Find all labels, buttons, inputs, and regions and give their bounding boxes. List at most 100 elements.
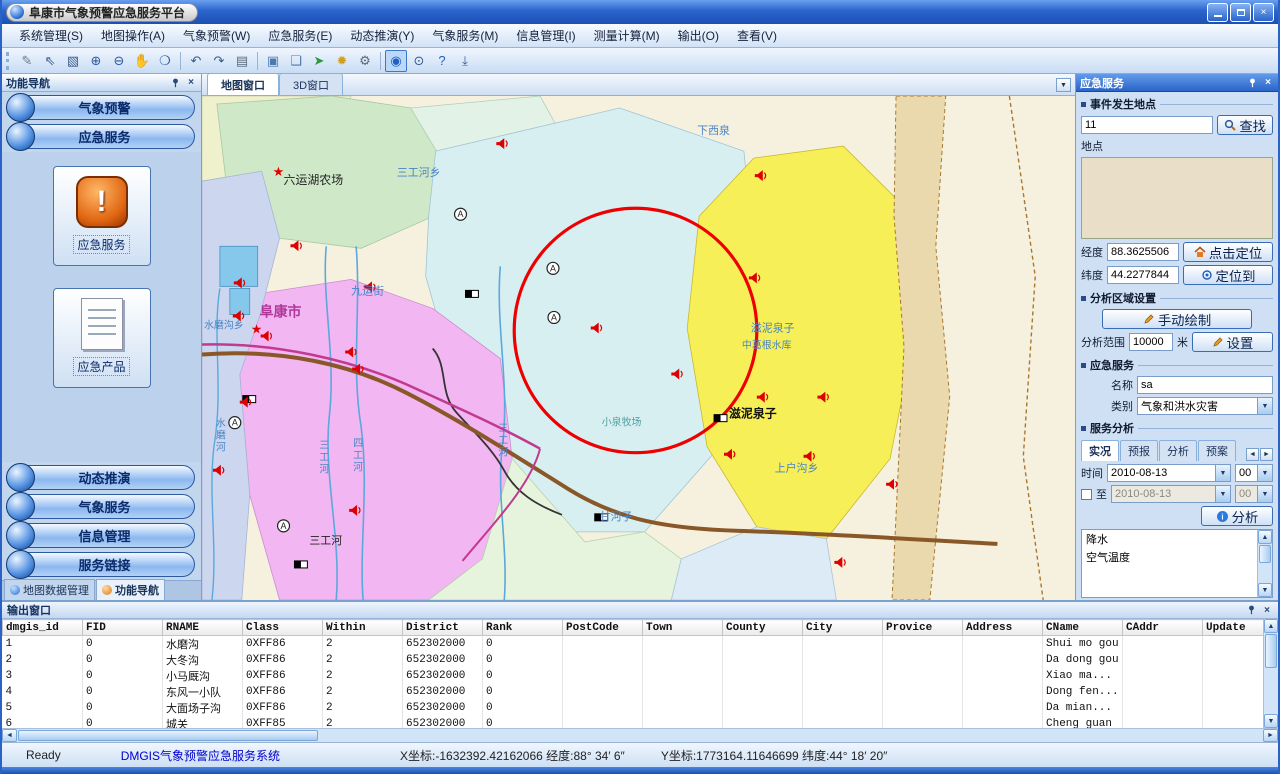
tab-地图数据管理[interactable]: 地图数据管理 xyxy=(4,579,95,600)
range-input[interactable] xyxy=(1129,333,1173,351)
tab-预报[interactable]: 预报 xyxy=(1120,440,1158,461)
chevron-down-icon[interactable]: ▼ xyxy=(1257,486,1272,502)
column-header-District[interactable]: District xyxy=(403,620,483,636)
hour-combo[interactable]: 00 ▼ xyxy=(1235,464,1273,482)
select-box-icon[interactable]: ▧ xyxy=(62,50,84,72)
to-hour-combo[interactable]: 00 ▼ xyxy=(1235,485,1273,503)
tab-预案[interactable]: 预案 xyxy=(1198,440,1236,461)
tab-scroll-left-icon[interactable]: ◄ xyxy=(1246,448,1259,461)
close-button[interactable]: × xyxy=(1253,3,1274,22)
column-header-CName[interactable]: CName xyxy=(1043,620,1123,636)
zoom-out-icon[interactable]: ⊖ xyxy=(108,50,130,72)
shortcut-应急服务[interactable]: !应急服务 xyxy=(53,166,151,266)
close-icon[interactable]: × xyxy=(1262,77,1274,89)
station-icon[interactable] xyxy=(294,561,307,568)
shortcut-应急产品[interactable]: 应急产品 xyxy=(53,288,151,388)
close-icon[interactable]: × xyxy=(1261,604,1273,616)
scroll-right-icon[interactable]: ► xyxy=(1263,729,1278,742)
export-image-icon[interactable]: ▣ xyxy=(262,50,284,72)
menu-item[interactable]: 测量计算(M) xyxy=(585,23,669,48)
restore-button[interactable] xyxy=(1230,3,1251,22)
table-row[interactable]: 10水磨沟0XFF8626523020000Shui mo gou xyxy=(3,636,1264,653)
chevron-down-icon[interactable]: ▼ xyxy=(1056,78,1071,92)
sidebar-item-应急服务[interactable]: 应急服务 xyxy=(14,124,195,149)
service-name-input[interactable] xyxy=(1137,376,1273,394)
column-header-Within[interactable]: Within xyxy=(323,620,403,636)
manual-draw-button[interactable]: 手动绘制 xyxy=(1102,309,1252,329)
monitor-point-icon[interactable] xyxy=(548,311,560,323)
table-hscrollbar[interactable]: ◄ ► xyxy=(2,728,1278,742)
click-locate-button[interactable]: 点击定位 xyxy=(1183,242,1273,262)
station-icon[interactable] xyxy=(714,415,727,422)
menu-item[interactable]: 动态推演(Y) xyxy=(341,23,423,48)
locate-to-button[interactable]: 定位到 xyxy=(1183,265,1273,285)
event-location-input[interactable] xyxy=(1081,116,1213,134)
column-header-FID[interactable]: FID xyxy=(83,620,163,636)
find-button[interactable]: 查找 xyxy=(1217,115,1273,135)
tab-实况[interactable]: 实况 xyxy=(1081,440,1119,461)
settings-gear-icon[interactable]: ⚙ xyxy=(354,50,376,72)
visibility-eye-icon[interactable]: ⊙ xyxy=(408,50,430,72)
listbox-scrollbar[interactable]: ▲ ▼ xyxy=(1257,530,1272,597)
to-time-combo[interactable]: 2010-08-13 ▼ xyxy=(1111,485,1231,503)
set-button[interactable]: 设置 xyxy=(1192,332,1273,352)
table-vscrollbar[interactable]: ▲ ▼ xyxy=(1263,619,1278,728)
sidebar-item-气象预警[interactable]: 气象预警 xyxy=(14,95,195,120)
column-header-County[interactable]: County xyxy=(723,620,803,636)
sidebar-item-动态推演[interactable]: 动态推演 xyxy=(14,465,195,490)
latitude-input[interactable] xyxy=(1107,266,1179,284)
help-icon[interactable]: ? xyxy=(431,50,453,72)
scroll-up-icon[interactable]: ▲ xyxy=(1264,619,1278,633)
zoom-in-icon[interactable]: ⊕ xyxy=(85,50,107,72)
chevron-down-icon[interactable]: ▼ xyxy=(1215,486,1230,502)
zoom-previous-icon[interactable]: ↶ xyxy=(185,50,207,72)
tab-功能导航[interactable]: 功能导航 xyxy=(96,579,165,600)
column-header-dmgis_id[interactable]: dmgis_id xyxy=(3,620,83,636)
analysis-element-listbox[interactable]: 降水空气温度 ▲ ▼ xyxy=(1081,529,1273,598)
station-icon[interactable] xyxy=(465,290,478,297)
list-item[interactable]: 空气温度 xyxy=(1082,548,1257,566)
monitor-point-icon[interactable] xyxy=(455,208,467,220)
edit-pencil-icon[interactable]: ✎ xyxy=(16,50,38,72)
list-item[interactable]: 降水 xyxy=(1082,530,1257,548)
scrollbar-thumb[interactable] xyxy=(18,730,318,741)
sidebar-item-信息管理[interactable]: 信息管理 xyxy=(14,523,195,548)
time-combo[interactable]: 2010-08-13 ▼ xyxy=(1107,464,1231,482)
scroll-down-icon[interactable]: ▼ xyxy=(1264,714,1278,728)
table-row[interactable]: 50大面场子沟0XFF8626523020000Da mian... xyxy=(3,700,1264,716)
menu-item[interactable]: 输出(O) xyxy=(669,23,728,48)
map-svg[interactable]: A xyxy=(202,96,1075,600)
pan-hand-icon[interactable]: ✋ xyxy=(131,50,153,72)
toolbar-grip[interactable] xyxy=(6,52,11,70)
menu-item[interactable]: 地图操作(A) xyxy=(92,23,174,48)
column-header-Class[interactable]: Class xyxy=(243,620,323,636)
export-icon[interactable]: ⤓ xyxy=(454,50,476,72)
scrollbar-thumb[interactable] xyxy=(1259,545,1271,563)
table-row[interactable]: 30小马厩沟0XFF8626523020000Xiao ma... xyxy=(3,668,1264,684)
monitor-point-icon[interactable] xyxy=(547,262,559,274)
full-extent-icon[interactable]: ❍ xyxy=(154,50,176,72)
monitor-point-icon[interactable] xyxy=(229,417,241,429)
tab-分析[interactable]: 分析 xyxy=(1159,440,1197,461)
column-header-Rank[interactable]: Rank xyxy=(483,620,563,636)
menu-item[interactable]: 应急服务(E) xyxy=(259,23,341,48)
menu-item[interactable]: 气象预警(W) xyxy=(174,23,259,48)
globe-tool-icon[interactable]: ◉ xyxy=(385,50,407,72)
north-arrow-icon[interactable]: ➤ xyxy=(308,50,330,72)
sidebar-item-气象服务[interactable]: 气象服务 xyxy=(14,494,195,519)
column-header-PostCode[interactable]: PostCode xyxy=(563,620,643,636)
chevron-down-icon[interactable]: ▼ xyxy=(1257,398,1272,414)
menu-item[interactable]: 气象服务(M) xyxy=(423,23,507,48)
map-copy-icon[interactable]: ❏ xyxy=(285,50,307,72)
scroll-up-icon[interactable]: ▲ xyxy=(1258,530,1272,544)
minimize-button[interactable] xyxy=(1207,3,1228,22)
column-header-Address[interactable]: Address xyxy=(963,620,1043,636)
sidebar-item-服务链接[interactable]: 服务链接 xyxy=(14,552,195,577)
tab-scroll-right-icon[interactable]: ► xyxy=(1260,448,1273,461)
to-time-checkbox[interactable] xyxy=(1081,489,1092,500)
tab-地图窗口[interactable]: 地图窗口 xyxy=(207,73,279,95)
pin-icon[interactable] xyxy=(1246,77,1258,89)
column-header-City[interactable]: City xyxy=(803,620,883,636)
menu-item[interactable]: 信息管理(I) xyxy=(507,23,584,48)
tab-3D窗口[interactable]: 3D窗口 xyxy=(279,73,343,95)
